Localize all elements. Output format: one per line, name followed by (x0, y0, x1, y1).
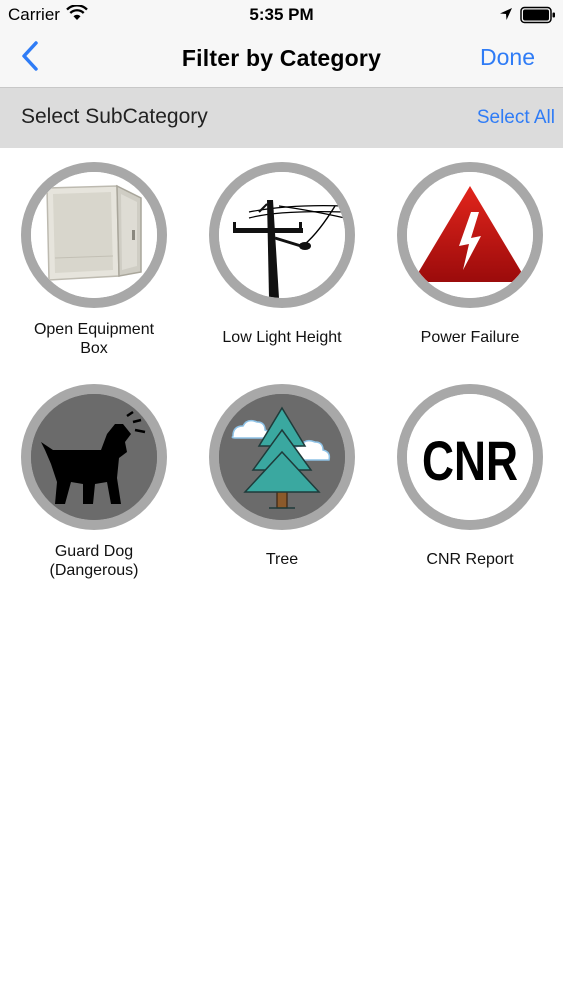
select-all-button[interactable]: Select All (477, 107, 555, 129)
high-voltage-warning-icon (407, 172, 533, 298)
category-icon-ring (209, 384, 355, 530)
tree-icon (219, 394, 345, 520)
category-label: Open Equipment Box (33, 321, 155, 357)
subcategory-header-title: Select SubCategory (21, 105, 208, 128)
category-icon-ring: CNR (397, 384, 543, 530)
status-bar: Carrier 5:35 PM (0, 0, 563, 32)
location-arrow-icon (499, 7, 513, 26)
equipment-box-icon (31, 172, 157, 298)
category-icon-ring (397, 162, 543, 308)
barking-dog-icon (31, 394, 157, 520)
category-label: CNR Report (426, 551, 514, 568)
done-button[interactable]: Done (480, 44, 535, 71)
category-item-cnr-report[interactable]: CNR CNR Report (376, 382, 563, 592)
category-item-open-equipment-box[interactable]: Open Equipment Box (0, 160, 188, 370)
battery-icon (520, 6, 556, 29)
category-item-tree[interactable]: Tree (188, 382, 376, 592)
status-time: 5:35 PM (249, 5, 314, 24)
page-title: Filter by Category (181, 45, 382, 71)
subcategory-header: Select SubCategory Select All (0, 87, 563, 148)
category-label: Tree (265, 551, 299, 568)
category-item-guard-dog[interactable]: Guard Dog (Dangerous) (0, 382, 188, 592)
category-label: Low Light Height (222, 329, 342, 346)
category-label: Guard Dog (Dangerous) (49, 543, 139, 579)
category-icon-ring (21, 162, 167, 308)
category-item-low-light-height[interactable]: Low Light Height (188, 160, 376, 370)
cnr-icon: CNR (407, 394, 533, 520)
category-icon-ring (209, 162, 355, 308)
navigation-bar: Filter by Category Done (0, 32, 563, 87)
category-item-power-failure[interactable]: Power Failure (376, 160, 563, 370)
category-label: Power Failure (420, 329, 520, 346)
cnr-icon-text: CNR (422, 429, 518, 492)
power-pole-icon (219, 172, 345, 298)
category-icon-ring (21, 384, 167, 530)
